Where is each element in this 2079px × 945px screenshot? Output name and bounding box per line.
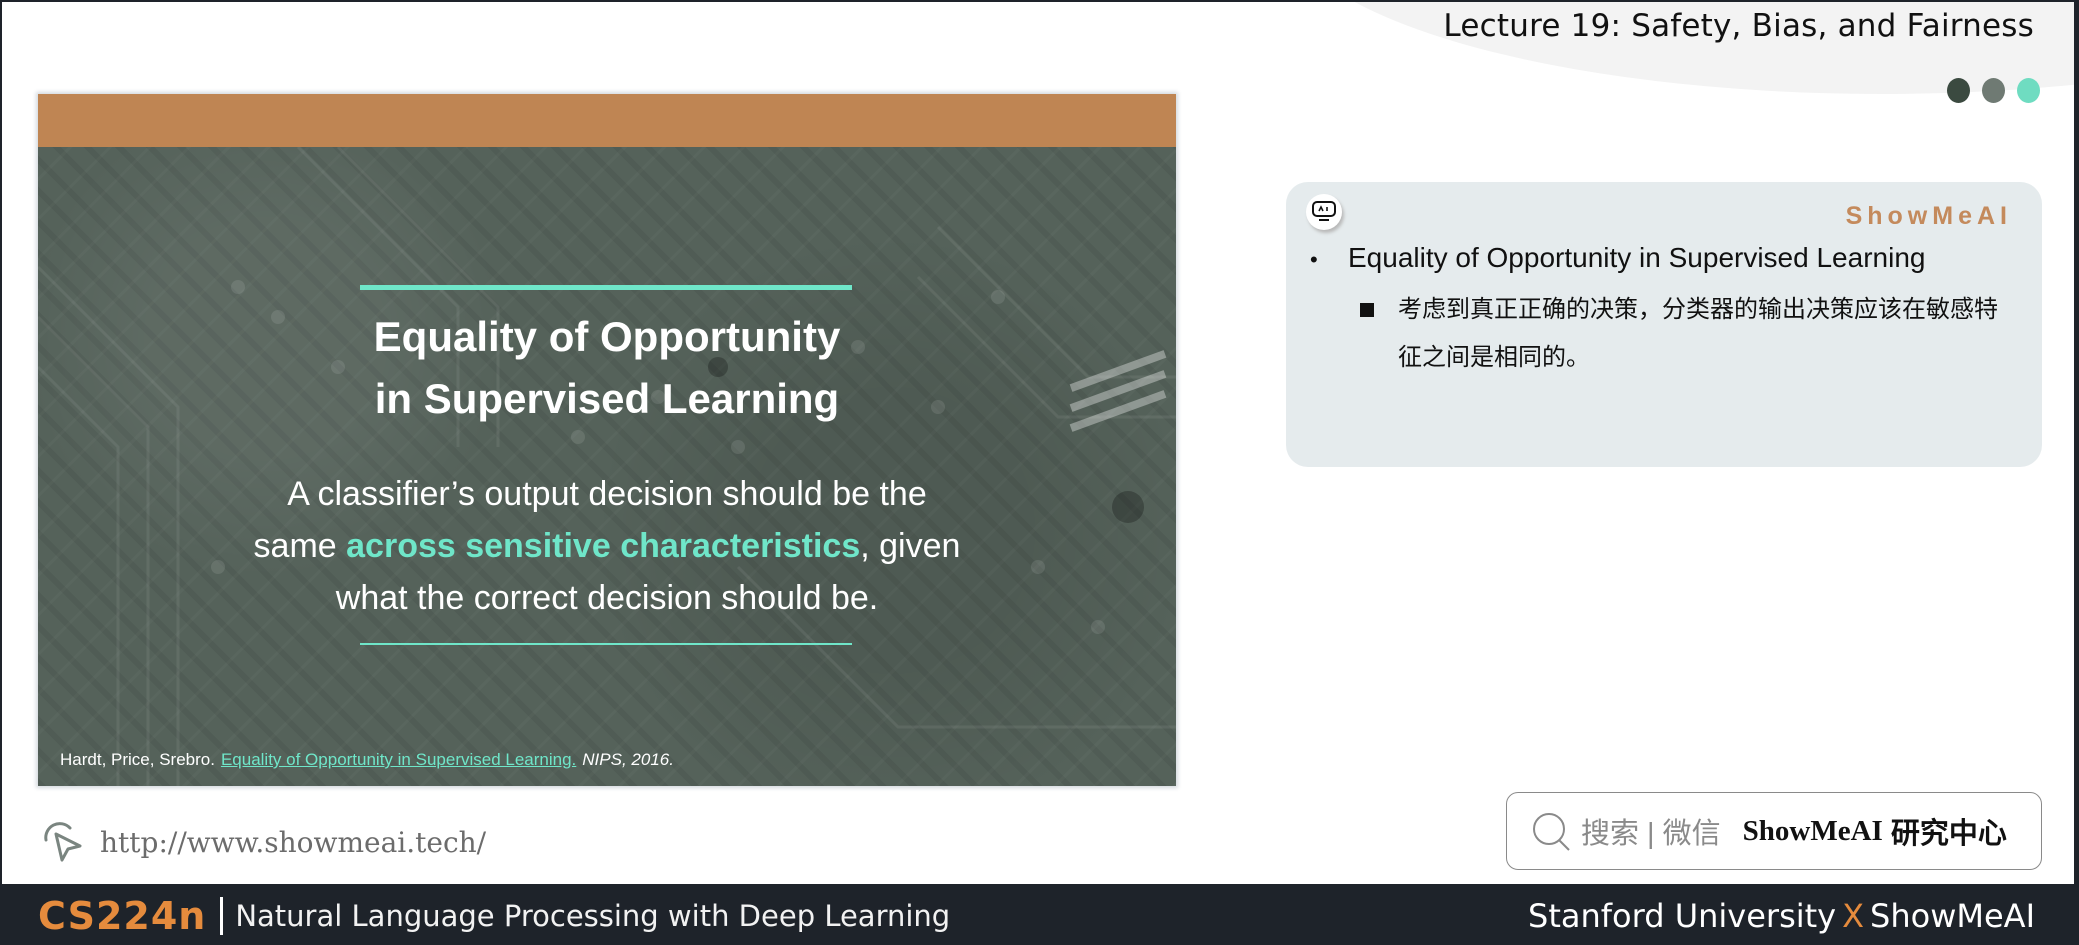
wechat-search-box[interactable]: 搜索 | 微信 ShowMeAI 研究中心 (1506, 792, 2042, 870)
slide-heading: Equality of Opportunity in Supervised Le… (38, 306, 1176, 430)
notes-card: ShowMeAI • Equality of Opportunity in Su… (1286, 182, 2042, 467)
citation-authors: Hardt, Price, Srebro. (60, 750, 215, 769)
note-subitem: 考虑到真正正确的决策，分类器的输出决策应该在敏感特征之间是相同的。 (1310, 286, 2018, 382)
search-label: 搜索 | 微信 (1581, 818, 1721, 850)
slide-body-text: A classifier’s output decision should be… (38, 468, 1176, 624)
website-url[interactable]: http://www.showmeai.tech/ (100, 826, 486, 859)
note-item-title: Equality of Opportunity in Supervised Le… (1348, 242, 1926, 273)
accent-rule-bottom (360, 643, 852, 645)
partner-x: X (1842, 896, 1865, 935)
slide-heading-line1: Equality of Opportunity (373, 313, 841, 360)
square-bullet-icon (1360, 303, 1374, 317)
footer-bar: CS224n Natural Language Processing with … (0, 886, 2079, 945)
ai-robot-icon (1306, 194, 1342, 230)
citation-paper-link[interactable]: Equality of Opportunity in Supervised Le… (221, 750, 576, 769)
dot-teal (2017, 78, 2040, 103)
partner-stanford: Stanford University (1528, 896, 1837, 935)
partner-credit: Stanford University X ShowMeAI (1528, 897, 2035, 935)
slide-body-line2: same across sensitive characteristics, g… (253, 527, 961, 565)
dot-mid (1982, 78, 2005, 103)
lecture-title: Lecture 19: Safety, Bias, and Fairness (1443, 8, 2034, 44)
cursor-click-icon (44, 822, 82, 862)
slide-page: Lecture 19: Safety, Bias, and Fairness E… (2, 2, 2074, 884)
course-name: Natural Language Processing with Deep Le… (235, 898, 951, 933)
circuit-traces-decoration (38, 147, 1176, 786)
course-code: CS224n (38, 893, 207, 938)
accent-rule-top (360, 285, 852, 290)
citation-venue: NIPS, 2016. (582, 750, 674, 769)
dot-dark (1947, 78, 1970, 103)
slide-heading-line2: in Supervised Learning (374, 375, 840, 422)
highlighted-phrase: across sensitive characteristics (346, 527, 861, 565)
note-item: • Equality of Opportunity in Supervised … (1310, 242, 2018, 274)
website-link[interactable]: http://www.showmeai.tech/ (40, 820, 486, 864)
embedded-slide-image: Equality of Opportunity in Supervised Le… (38, 94, 1176, 786)
notes-list: • Equality of Opportunity in Supervised … (1310, 242, 2018, 382)
citation: Hardt, Price, Srebro. Equality of Opportu… (60, 750, 674, 770)
partner-showmeai: ShowMeAI (1870, 896, 2035, 935)
decorative-dots (1947, 78, 2040, 103)
bullet-icon: • (1310, 247, 1318, 272)
slide-body-line1: A classifier’s output decision should be… (287, 475, 927, 513)
search-brand-cn: 研究中心 (1890, 818, 2007, 850)
slide-body-line3: what the correct decision should be. (335, 579, 879, 617)
note-subitem-text: 考虑到真正正确的决策，分类器的输出决策应该在敏感特征之间是相同的。 (1398, 296, 1998, 371)
showmeai-brand: ShowMeAI (1845, 202, 2012, 230)
search-brand: ShowMeAI (1742, 814, 1883, 847)
slide-top-band (38, 94, 1176, 147)
footer-divider (220, 896, 224, 935)
search-icon (1533, 813, 1570, 851)
